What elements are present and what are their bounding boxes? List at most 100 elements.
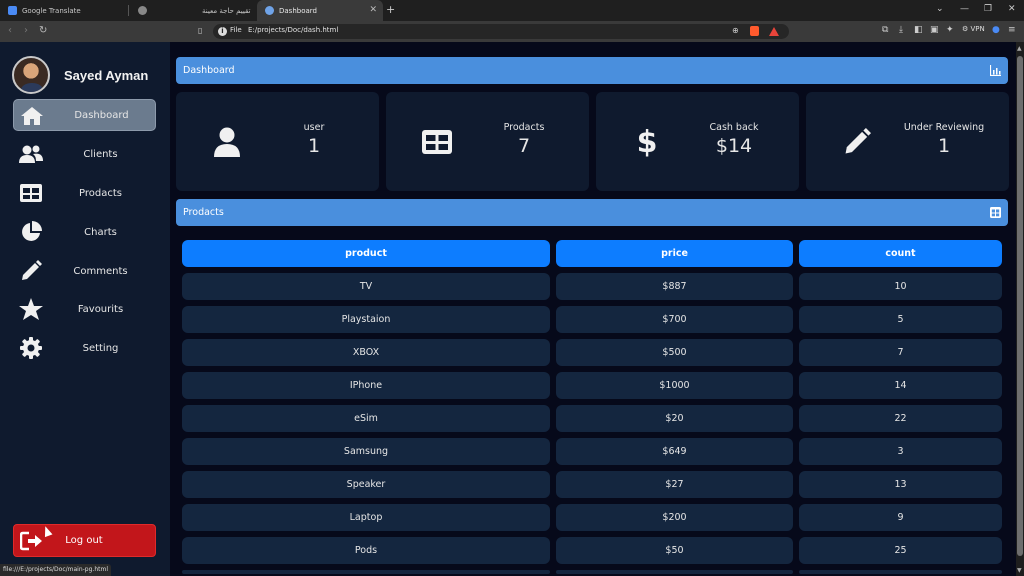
menu-icon[interactable]: ≡ xyxy=(1008,25,1016,35)
users-icon xyxy=(18,142,44,166)
table-cell: Samsung xyxy=(182,438,550,465)
table-cell: 14 xyxy=(799,372,1002,399)
table-cell: $27 xyxy=(556,471,793,498)
page-scrollbar[interactable]: ▲ ▼ xyxy=(1016,42,1024,576)
browser-tab-bar: Google Translate تقييم حاجة معينة Dashbo… xyxy=(0,0,1024,21)
download-icon[interactable]: ⤓ xyxy=(899,25,903,35)
sidebar-item-dashboard[interactable]: Dashboard xyxy=(13,99,156,131)
logout-icon xyxy=(19,531,44,551)
profile: Sayed Ayman xyxy=(12,56,148,94)
back-icon[interactable]: ‹ xyxy=(8,25,12,36)
url-text[interactable]: E:/projects/Doc/dash.html xyxy=(248,26,338,34)
table-cell-partial xyxy=(556,570,793,574)
table-cell: Laptop xyxy=(182,504,550,531)
wallet-icon[interactable]: ▣ xyxy=(930,25,939,35)
gear-icon xyxy=(18,336,44,360)
sidebar-item-prodacts[interactable]: Prodacts xyxy=(13,177,156,209)
vpn-button[interactable]: ⚙ VPN xyxy=(962,25,985,33)
username: Sayed Ayman xyxy=(64,67,149,83)
table-cell: $887 xyxy=(556,273,793,300)
scroll-down-icon[interactable]: ▼ xyxy=(1017,567,1022,574)
avatar xyxy=(12,56,50,94)
url-scheme: File xyxy=(230,26,242,34)
sidebar-item-setting[interactable]: Setting xyxy=(13,332,156,364)
table-cell: IPhone xyxy=(182,372,550,399)
chart-bar-icon[interactable] xyxy=(990,65,1001,76)
sidebar-item-label: Charts xyxy=(84,226,117,238)
scrollbar-thumb[interactable] xyxy=(1017,56,1023,556)
section-title: Prodacts xyxy=(183,207,224,218)
table-cell: 10 xyxy=(799,273,1002,300)
stat-card-under-reviewing: Under Reviewing 1 xyxy=(806,92,1009,191)
star-icon xyxy=(18,297,44,321)
pencil-icon xyxy=(18,259,44,283)
table-cell: $700 xyxy=(556,306,793,333)
sidebar-toggle-icon[interactable]: ◧ xyxy=(914,25,923,35)
stat-label: Cash back xyxy=(709,122,759,133)
sidebar-item-label: Dashboard xyxy=(74,109,129,121)
table-cell: 5 xyxy=(799,306,1002,333)
restore-icon[interactable]: ❐ xyxy=(984,4,992,14)
table-cell-partial xyxy=(182,570,550,574)
table-cell: 13 xyxy=(799,471,1002,498)
dashboard-header: Dashboard xyxy=(176,57,1008,84)
table-cell: Pods xyxy=(182,537,550,564)
translate-icon xyxy=(8,6,17,15)
stat-box: user 1 xyxy=(249,122,379,157)
zoom-icon[interactable]: ⊕ xyxy=(732,26,739,35)
minimize-icon[interactable]: — xyxy=(960,4,969,14)
vpn-label: VPN xyxy=(970,25,985,33)
logout-label: Log out xyxy=(65,535,103,546)
pie-chart-icon xyxy=(18,220,44,244)
browser-tab[interactable]: Google Translate xyxy=(0,0,127,21)
sidebar-item-comments[interactable]: Comments xyxy=(13,255,156,287)
globe-icon xyxy=(138,6,147,15)
leo-ai-icon[interactable]: ✦ xyxy=(946,25,954,35)
browser-tab[interactable] xyxy=(130,0,194,21)
link-status-bar: file:///E:/projects/Doc/main-pg.html xyxy=(0,564,111,576)
table-cell: $500 xyxy=(556,339,793,366)
brave-rewards-icon[interactable] xyxy=(769,27,779,36)
table-cell: $649 xyxy=(556,438,793,465)
profile-icon[interactable]: ● xyxy=(992,25,1000,35)
stat-box: Under Reviewing 1 xyxy=(879,122,1009,157)
sidebar-item-charts[interactable]: Charts xyxy=(13,216,156,248)
close-window-icon[interactable]: ✕ xyxy=(1008,4,1016,14)
column-header-product: product xyxy=(182,240,550,267)
bookmark-icon[interactable]: ▯ xyxy=(198,26,202,35)
close-tab-icon[interactable]: ✕ xyxy=(369,5,377,15)
browser-tab[interactable]: تقييم حاجة معينة xyxy=(194,0,256,21)
browser-tab-active[interactable]: Dashboard ✕ xyxy=(257,0,383,21)
new-tab-button[interactable]: + xyxy=(386,3,395,16)
sidebar-item-clients[interactable]: Clients xyxy=(13,138,156,170)
table-cell: $1000 xyxy=(556,372,793,399)
table-icon xyxy=(414,125,460,159)
forward-icon[interactable]: › xyxy=(24,25,28,36)
table-cell: TV xyxy=(182,273,550,300)
sidebar: Sayed Ayman Dashboard Clients Prodacts C… xyxy=(0,42,170,576)
sidebar-item-favourits[interactable]: Favourits xyxy=(13,293,156,325)
stat-label: user xyxy=(303,122,325,133)
scroll-up-icon[interactable]: ▲ xyxy=(1017,45,1022,52)
sidebar-item-label: Clients xyxy=(83,148,118,160)
address-bar[interactable]: i File E:/projects/Doc/dash.html ⊕ xyxy=(213,24,789,39)
reload-icon[interactable]: ↻ xyxy=(39,25,47,36)
sidebar-item-label: Favourits xyxy=(77,303,124,315)
stat-card-cash-back: $ Cash back $14 xyxy=(596,92,799,191)
sidebar-item-label: Setting xyxy=(82,342,119,354)
brave-shield-icon[interactable] xyxy=(750,26,759,36)
tab-title: Dashboard xyxy=(279,6,317,15)
stat-label: Under Reviewing xyxy=(903,122,985,133)
table-icon[interactable] xyxy=(990,207,1001,218)
tab-title: Google Translate xyxy=(22,6,81,15)
extensions-icon[interactable]: ⧉ xyxy=(882,25,888,35)
page-title: Dashboard xyxy=(183,65,235,76)
table-cell: 7 xyxy=(799,339,1002,366)
info-icon[interactable]: i xyxy=(218,27,227,36)
stat-value: 7 xyxy=(517,135,531,157)
tab-search-icon[interactable]: ⌄ xyxy=(936,4,944,14)
table-cell: $50 xyxy=(556,537,793,564)
logout-button[interactable]: Log out xyxy=(13,524,156,557)
table-cell-partial xyxy=(799,570,1002,574)
table-cell: 9 xyxy=(799,504,1002,531)
